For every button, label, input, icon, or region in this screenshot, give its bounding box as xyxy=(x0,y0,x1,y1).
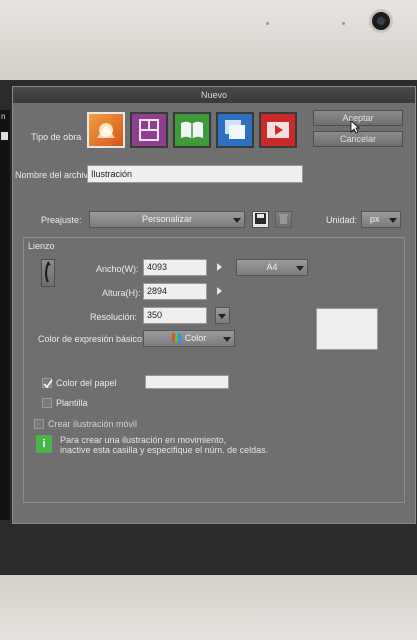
webcam-icon xyxy=(372,12,390,30)
document-icon xyxy=(1,132,8,140)
info-line-1: Para crear una ilustración en movimiento… xyxy=(60,435,227,445)
bezel-sensor xyxy=(266,22,269,25)
animated-illustration-label: Crear ilustración móvil xyxy=(48,419,138,429)
webtoon-book-icon[interactable] xyxy=(173,112,211,148)
chevron-down-icon xyxy=(389,217,397,223)
checkmark-icon xyxy=(43,379,53,389)
file-name-label: Nombre del archivo: xyxy=(15,170,96,180)
left-panel-strip: n xyxy=(0,110,10,520)
left-panel-text: n xyxy=(1,112,6,121)
paper-color-swatch[interactable] xyxy=(145,375,229,389)
height-arrow-icon[interactable] xyxy=(217,287,222,295)
orientation-toggle[interactable] xyxy=(41,259,55,287)
unit-value: px xyxy=(370,214,380,224)
preset-label: Preajuste: xyxy=(41,215,82,225)
animated-illustration-checkbox[interactable] xyxy=(34,419,44,429)
template-checkbox[interactable] xyxy=(42,398,52,408)
dialog-title: Nuevo xyxy=(13,87,415,103)
tipo-de-obra-label: Tipo de obra xyxy=(31,132,82,142)
rotate-icon xyxy=(45,261,51,283)
monitor-bezel-bottom xyxy=(0,575,417,640)
unit-select[interactable]: px xyxy=(361,211,401,228)
chevron-down-icon xyxy=(218,313,226,319)
resolution-select[interactable] xyxy=(215,307,230,324)
info-line-2: inactive esta casilla y especifique el n… xyxy=(60,445,269,455)
canvas-preview xyxy=(316,308,378,350)
width-input[interactable]: 4093 xyxy=(143,259,207,276)
unit-label: Unidad: xyxy=(326,215,358,225)
chevron-down-icon xyxy=(223,336,231,342)
illustration-icon[interactable] xyxy=(87,112,125,148)
cancel-label: Cancelar xyxy=(339,134,377,144)
info-icon: i xyxy=(36,435,52,453)
template-label: Plantilla xyxy=(56,398,88,408)
size-preset-value: A4 xyxy=(266,262,278,272)
trash-icon xyxy=(279,214,288,224)
chevron-down-icon xyxy=(296,265,304,271)
comic-page-icon[interactable] xyxy=(130,112,168,148)
mouse-cursor-icon xyxy=(350,120,360,134)
width-arrow-icon[interactable] xyxy=(217,263,222,271)
preset-select[interactable]: Personalizar xyxy=(89,211,245,228)
chevron-down-icon xyxy=(233,217,241,223)
resolution-input[interactable]: 350 xyxy=(143,307,207,324)
delete-preset-button[interactable] xyxy=(275,211,292,228)
animation-video-icon[interactable] xyxy=(259,112,297,148)
height-input[interactable]: 2894 xyxy=(143,283,207,300)
file-name-input[interactable]: Ilustración xyxy=(87,165,303,183)
preset-value: Personalizar xyxy=(141,214,193,224)
height-label: Altura(H): xyxy=(102,288,141,298)
width-label: Ancho(W): xyxy=(96,264,139,274)
canvas-group-title: Lienzo xyxy=(28,241,55,251)
resolution-label: Resolución: xyxy=(90,312,138,322)
bezel-sensor xyxy=(342,22,345,25)
monitor-bezel-top xyxy=(0,0,417,80)
new-dialog: Nuevo Tipo de obra Aceptar Cancelar Nomb… xyxy=(12,86,416,524)
color-mode-label: Color de expresión básico: xyxy=(38,334,145,344)
paper-color-label: Color del papel xyxy=(56,378,117,388)
color-mode-value: Color xyxy=(184,333,207,343)
color-swatch-icon xyxy=(171,333,181,342)
size-preset-select[interactable]: A4 xyxy=(236,259,308,276)
animation-cels-icon[interactable] xyxy=(216,112,254,148)
canvas-group: Lienzo Ancho(W): 4093 A4 Altura(H): 2894… xyxy=(23,237,405,503)
floppy-disk-icon xyxy=(255,213,266,224)
save-preset-button[interactable] xyxy=(252,211,269,228)
paper-color-checkbox[interactable] xyxy=(42,378,53,389)
color-mode-select[interactable]: Color xyxy=(143,330,235,347)
